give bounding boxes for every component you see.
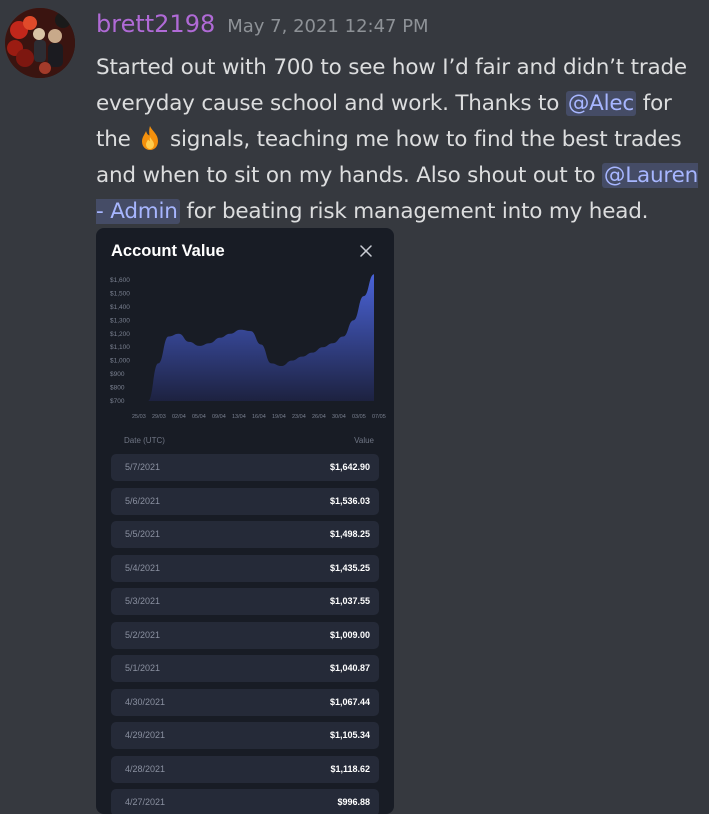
row-value: $1,040.87 [329,663,370,673]
y-tick-label: $1,400 [110,304,130,311]
table-header: Date (UTC) Value [124,436,374,445]
x-tick-label: 05/04 [192,414,206,420]
y-tick-label: $800 [110,385,125,392]
value-table: 5/7/2021 $1,642.90 5/6/2021 $1,536.03 5/5/20… [111,454,379,814]
message-content: Started out with 700 to see how I’d fair… [96,50,708,230]
date-column-header: Date (UTC) [124,436,165,445]
row-date: 4/29/2021 [125,730,166,740]
y-tick-label: $1,300 [110,317,130,324]
row-value: $1,067.44 [329,696,370,707]
row-value: $1,105.34 [329,730,370,740]
table-row[interactable]: 5/7/2021 $1,642.90 [111,454,379,481]
message-timestamp: May 7, 2021 12:47 PM [227,16,429,37]
y-tick-label: $1,600 [110,277,130,284]
table-row[interactable]: 4/28/2021 $1,118.62 [111,755,379,783]
row-date: 5/7/2021 [125,462,161,472]
x-tick-label: 29/03 [152,414,166,420]
message-header: brett2198 May 7, 2021 12:47 PM [96,10,429,50]
account-value-chart: $1,600 $1,500 $1,400 $1,300 $1,200 $1,100 $1,0… [110,274,386,420]
chat-message: brett2198 May 7, 2021 12:47 PM Started o… [0,0,709,814]
series-area [148,274,374,401]
table-row[interactable]: 5/4/2021 $1,435.25 [111,554,379,582]
avatar-image [5,8,75,78]
x-tick-label: 30/04 [332,414,346,420]
row-date: 5/6/2021 [125,495,161,506]
account-value-screenshot[interactable]: Account Value $1,600 $1,500 $1,400 $1,300 $1… [96,228,394,814]
row-date: 5/5/2021 [125,529,161,539]
row-value: $1,435.25 [329,562,370,573]
x-tick-label: 13/04 [232,414,246,420]
x-tick-label: 09/04 [212,414,226,420]
x-tick-label: 26/04 [312,414,326,420]
message-text: for beating risk management into my head… [179,199,649,224]
x-tick-label: 16/04 [252,414,266,420]
y-tick-label: $1,000 [110,358,130,365]
username[interactable]: brett2198 [96,10,215,38]
row-date: 5/3/2021 [125,596,161,606]
x-tick-label: 19/04 [272,414,286,420]
x-tick-label: 03/05 [352,414,366,420]
x-tick-label: 23/04 [292,414,306,420]
row-value: $1,536.03 [329,495,370,506]
table-row[interactable]: 5/3/2021 $1,037.55 [111,588,379,615]
row-value: $1,498.25 [329,529,370,539]
x-tick-label: 07/05 [372,414,386,420]
row-value: $1,118.62 [330,763,370,774]
y-tick-label: $700 [110,398,125,405]
row-date: 5/4/2021 [125,562,161,573]
x-tick-label: 02/04 [172,414,186,420]
table-row[interactable]: 5/5/2021 $1,498.25 [111,521,379,548]
y-tick-label: $1,500 [110,290,130,297]
value-column-header: Value [354,436,374,445]
table-row[interactable]: 4/30/2021 $1,067.44 [111,688,379,716]
row-date: 4/28/2021 [125,763,166,774]
table-row[interactable]: 5/2/2021 $1,009.00 [111,621,379,649]
y-tick-label: $900 [110,371,125,378]
row-value: $996.88 [337,797,370,807]
message-text: signals, teaching me how to find the bes… [96,127,682,188]
row-date: 5/2/2021 [125,629,161,640]
table-row[interactable]: 5/6/2021 $1,536.03 [111,487,379,515]
table-row[interactable]: 4/27/2021 $996.88 [111,789,379,814]
table-row[interactable]: 5/1/2021 $1,040.87 [111,655,379,682]
row-value: $1,642.90 [329,462,370,472]
row-value: $1,037.55 [329,596,370,606]
row-date: 4/27/2021 [125,797,166,807]
x-tick-label: 25/03 [132,414,146,420]
y-tick-label: $1,200 [110,331,130,338]
row-date: 5/1/2021 [125,663,161,673]
y-tick-label: $1,100 [110,344,130,351]
row-date: 4/30/2021 [125,696,166,707]
user-avatar[interactable] [5,8,75,78]
table-row[interactable]: 4/29/2021 $1,105.34 [111,722,379,749]
row-value: $1,009.00 [329,629,370,640]
mention-alec[interactable]: @Alec [565,91,637,116]
fire-emoji-icon [142,126,159,150]
